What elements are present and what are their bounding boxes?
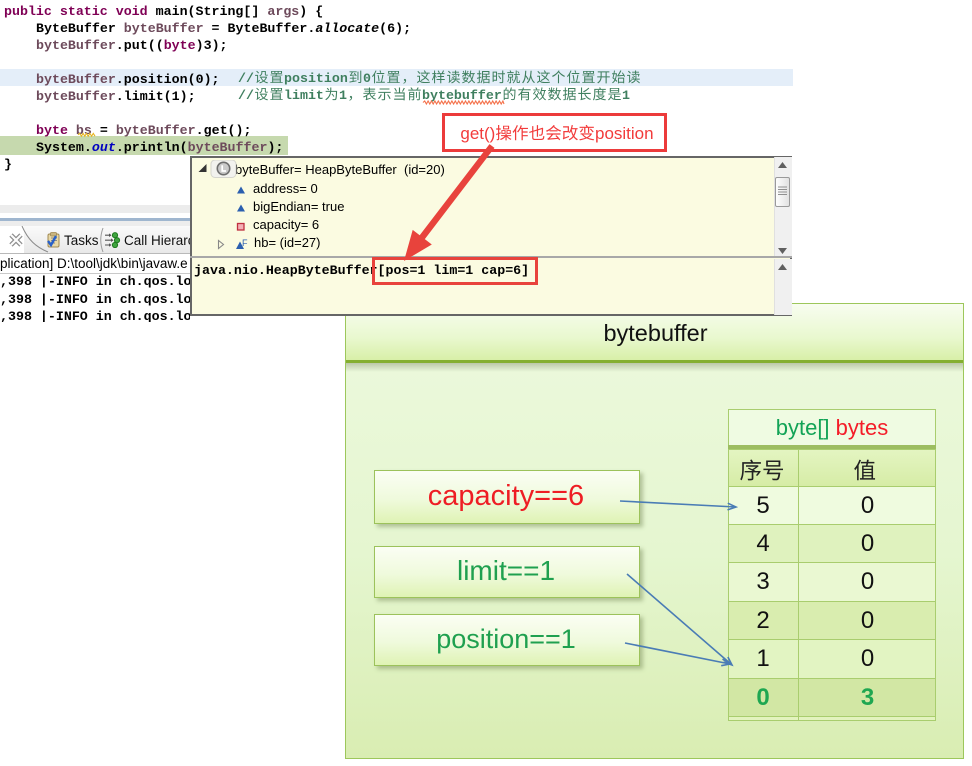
svg-text:F: F [242,238,248,248]
svg-text:position: position [595,124,654,143]
